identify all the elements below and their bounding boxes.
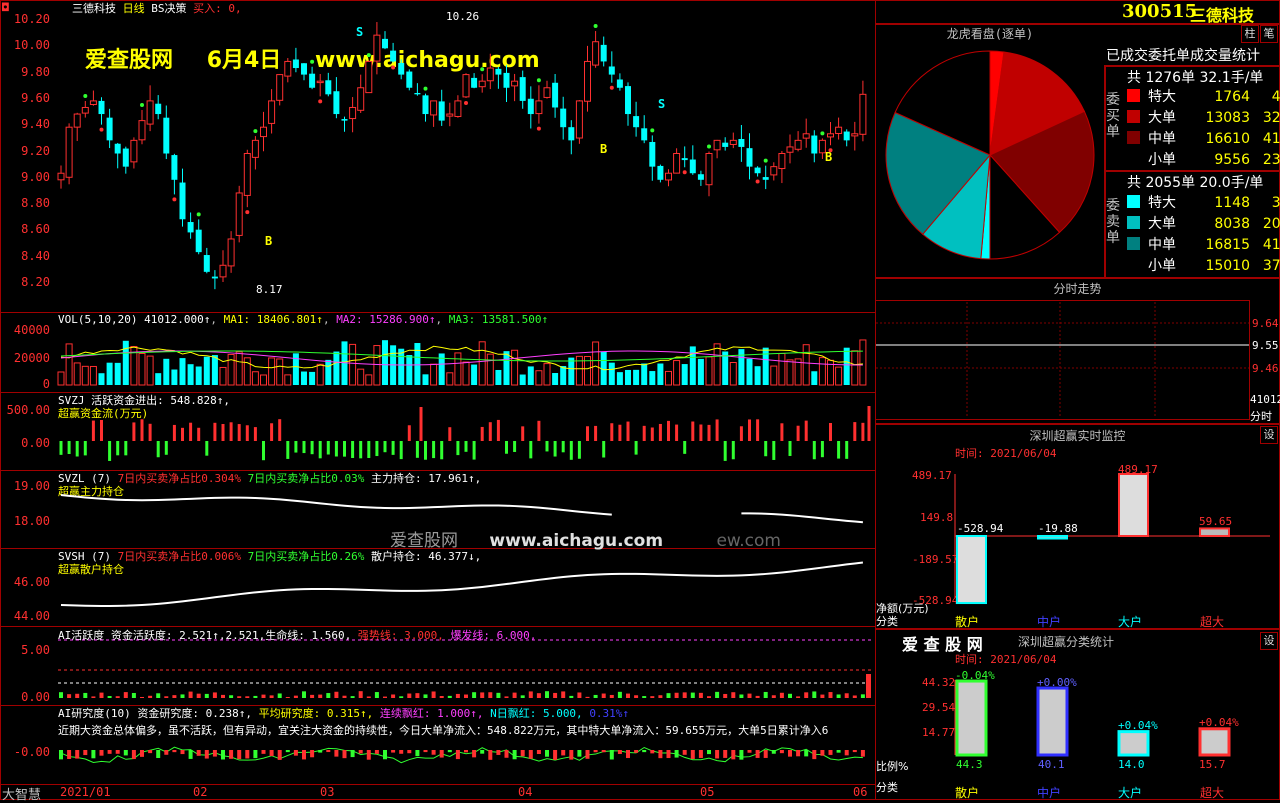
cls-bar-1 xyxy=(1036,686,1069,757)
cls-pct-4: +0.04% xyxy=(1199,716,1239,729)
cls-cat-3: 大户 xyxy=(1118,786,1143,800)
cls-bar-3 xyxy=(1198,727,1231,757)
cls-bar-0 xyxy=(955,679,988,757)
cls-pct-3: +0.04% xyxy=(1118,719,1158,732)
cls-val-3: 14.0 xyxy=(1118,758,1145,771)
cls-cat-2: 中户 xyxy=(1037,786,1062,800)
cls-pct-2: +0.00% xyxy=(1037,676,1077,689)
cls-val-2: 40.1 xyxy=(1038,758,1065,771)
cls-pct-1: -0.04% xyxy=(955,669,995,682)
cls-bar-chart xyxy=(954,679,1231,757)
cls-val-1: 44.3 xyxy=(956,758,983,771)
cls-bar-2 xyxy=(1117,730,1150,757)
cls-cat-4: 超大 xyxy=(1200,786,1225,800)
cls-val-4: 15.7 xyxy=(1199,758,1226,771)
cls-cat-1: 散户 xyxy=(955,786,980,800)
